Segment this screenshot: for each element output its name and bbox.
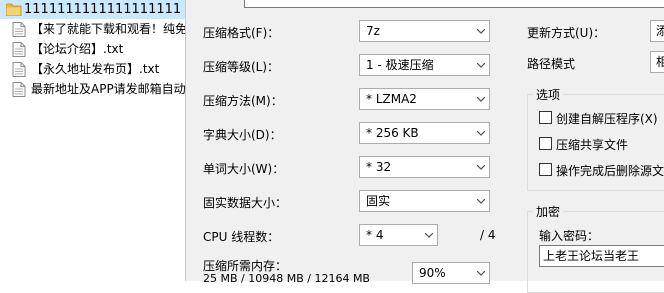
text-file-icon [12, 42, 26, 57]
cpu-threads-select[interactable]: * 4 [359, 224, 438, 246]
solid-size-label: 固实数据大小： [203, 196, 288, 210]
format-select[interactable]: 7z [359, 20, 490, 42]
chevron-down-icon [473, 123, 489, 143]
archive-path-field[interactable] [244, 0, 664, 8]
password-input[interactable]: 上老王论坛当老王 [539, 245, 664, 267]
options-group-title: 选项 [533, 86, 564, 103]
path-mode-label: 路径模式 [527, 57, 576, 71]
delete-after-label: 操作完成后删除源文 [556, 164, 664, 178]
chevron-down-icon [473, 55, 489, 75]
method-value: * LZMA2 [366, 92, 417, 106]
create-sfx-checkbox[interactable] [539, 111, 552, 124]
level-select[interactable]: 1 - 极速压缩 [359, 54, 490, 76]
password-value: 上老王论坛当老王 [543, 249, 640, 263]
file-name: 最新地址及APP请发邮箱自动 [31, 82, 185, 96]
cpu-threads-value: * 4 [366, 228, 384, 242]
password-label: 输入密码： [539, 229, 600, 243]
text-file-icon [12, 62, 26, 77]
word-size-select[interactable]: * 32 [359, 156, 490, 178]
cpu-threads-max: / 4 [480, 228, 496, 242]
update-mode-label: 更新方式(U)： [527, 26, 606, 40]
file-name: 【来了就能下载和观看！纯免 [31, 22, 185, 36]
cpu-threads-label: CPU 线程数： [203, 230, 280, 244]
memory-percent-value: 90% [419, 266, 446, 280]
create-sfx-label: 创建自解压程序(X) [556, 112, 658, 126]
chevron-down-icon [421, 225, 437, 245]
chevron-down-icon [473, 263, 489, 283]
word-size-label: 单词大小(W)： [203, 162, 285, 176]
update-mode-value: 添 [656, 24, 664, 38]
folder-name: 1111111111111111111 [24, 2, 182, 17]
path-mode-value: 相 [656, 55, 664, 69]
method-select[interactable]: * LZMA2 [359, 88, 490, 110]
folder-item[interactable]: 1111111111111111111 [0, 0, 185, 19]
delete-after-checkbox[interactable] [539, 163, 552, 176]
dict-size-value: * 256 KB [366, 126, 419, 140]
memory-detail: 25 MB / 10948 MB / 12164 MB [203, 272, 370, 285]
update-mode-select[interactable]: 添 [650, 20, 664, 42]
file-item[interactable]: 【论坛介绍】.txt [0, 40, 185, 59]
format-value: 7z [366, 24, 380, 38]
file-list: 1111111111111111111 【来了就能下载和观看！纯免 【论坛介绍】… [0, 0, 185, 281]
level-label: 压缩等级(L)： [203, 60, 280, 74]
chevron-down-icon [473, 89, 489, 109]
compress-shared-label: 压缩共享文件 [556, 138, 629, 152]
folder-icon [6, 3, 22, 16]
path-mode-select[interactable]: 相 [650, 51, 664, 73]
compress-shared-checkbox[interactable] [539, 137, 552, 150]
file-item[interactable]: 【来了就能下载和观看！纯免 [0, 20, 185, 39]
level-value: 1 - 极速压缩 [366, 58, 434, 72]
file-item[interactable]: 最新地址及APP请发邮箱自动 [0, 80, 185, 99]
format-label: 压缩格式(F)： [203, 26, 280, 40]
solid-size-select[interactable]: 固实 [359, 190, 490, 212]
text-file-icon [12, 22, 26, 37]
chevron-down-icon [473, 21, 489, 41]
file-item[interactable]: 【永久地址发布页】.txt [0, 60, 185, 79]
file-name: 【永久地址发布页】.txt [31, 62, 160, 76]
encryption-group-title: 加密 [533, 203, 564, 220]
word-size-value: * 32 [366, 160, 392, 174]
method-label: 压缩方法(M)： [203, 94, 283, 108]
text-file-icon [12, 82, 26, 97]
dict-size-label: 字典大小(D)： [203, 128, 282, 142]
file-name: 【论坛介绍】.txt [31, 42, 124, 56]
chevron-down-icon [473, 191, 489, 211]
solid-size-value: 固实 [366, 194, 391, 208]
dict-size-select[interactable]: * 256 KB [359, 122, 490, 144]
chevron-down-icon [473, 157, 489, 177]
